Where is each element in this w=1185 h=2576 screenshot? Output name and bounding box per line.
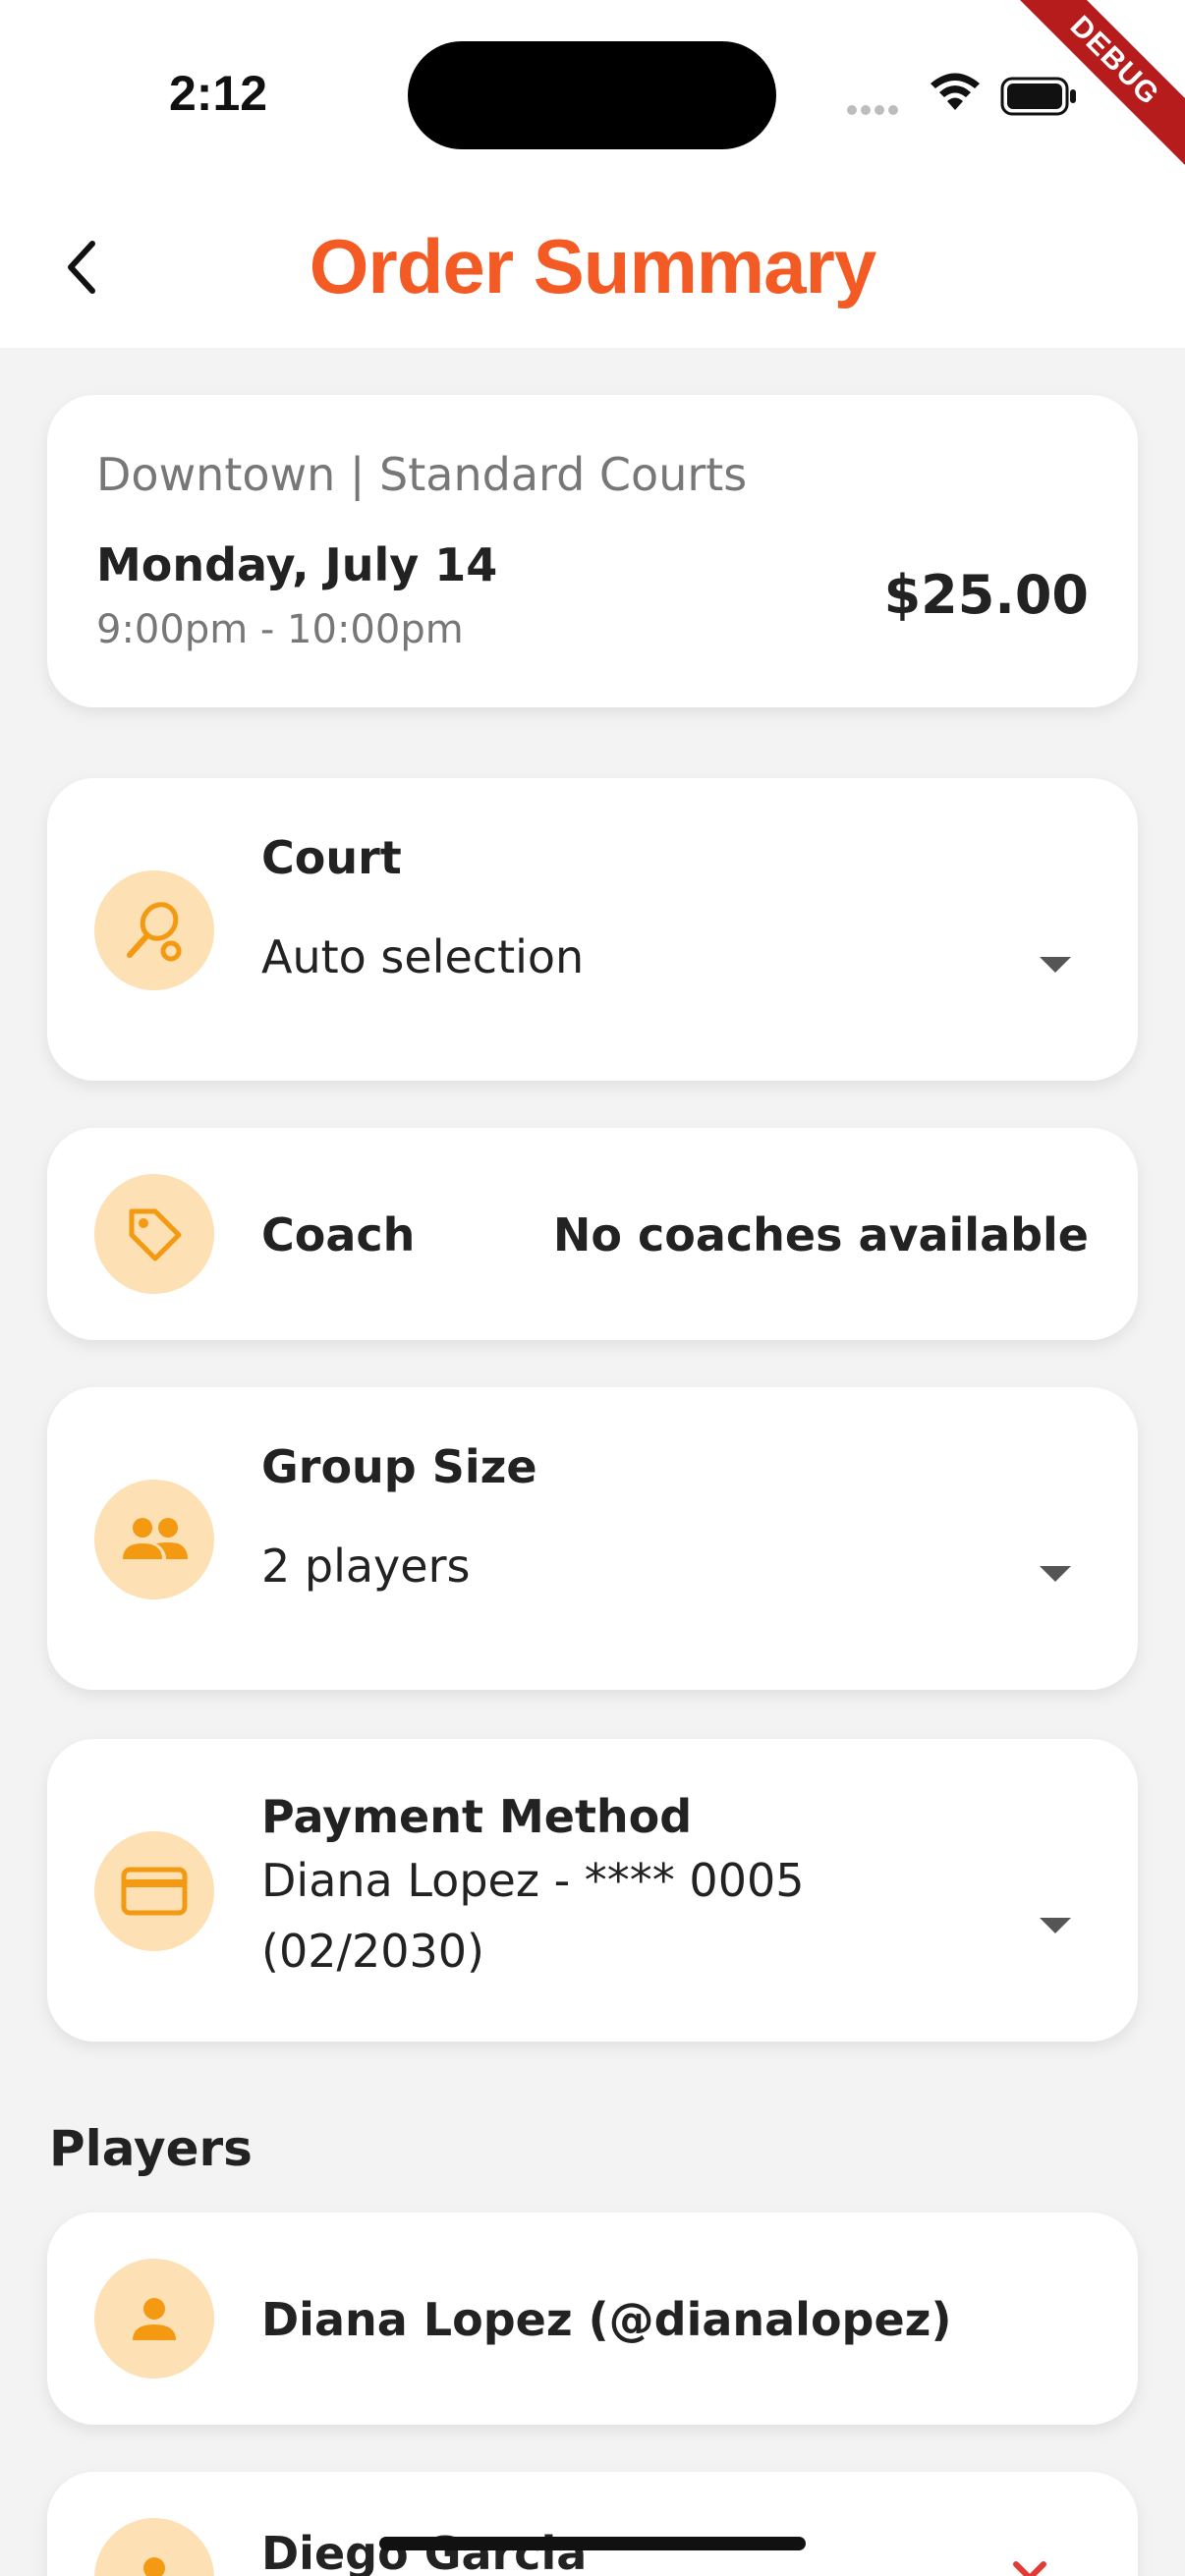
payment-method-selector[interactable]: Payment Method Diana Lopez - **** 0005 (… [47, 1739, 1138, 2042]
group-icon [123, 1518, 188, 1559]
player-avatar [94, 2259, 214, 2379]
player-avatar [94, 2518, 214, 2576]
app-bar: Order Summary [0, 187, 1185, 348]
dynamic-island [408, 41, 776, 149]
person-icon [133, 2298, 176, 2340]
player-name: Diana Lopez (@dianalopez) [261, 2293, 952, 2346]
venue-location: Downtown | Standard Courts [96, 448, 748, 501]
tag-icon [129, 1208, 182, 1261]
court-label: Court [261, 831, 402, 884]
coach-label: Coach [261, 1208, 416, 1261]
payment-icon-circle [94, 1831, 214, 1951]
coach-value: No coaches available [552, 1208, 1089, 1261]
coach-row: Coach No coaches available [47, 1128, 1138, 1340]
coach-icon-circle [94, 1174, 214, 1294]
players-heading: Players [49, 2120, 253, 2177]
credit-card-icon [121, 1867, 188, 1916]
player-card: Diana Lopez (@dianalopez) [47, 2212, 1138, 2425]
court-icon-circle [94, 870, 214, 990]
status-time: 2:12 [169, 66, 268, 121]
status-bar: 2:12 [0, 0, 1185, 187]
payment-label: Payment Method [261, 1790, 693, 1843]
player-name: Diego Garcia [261, 2527, 588, 2576]
close-icon[interactable] [1010, 2558, 1049, 2576]
tennis-racket-icon [127, 902, 182, 962]
court-value: Auto selection [261, 930, 585, 983]
chevron-down-icon[interactable] [1040, 1566, 1071, 1582]
group-icon-circle [94, 1480, 214, 1599]
person-icon [143, 2557, 165, 2576]
player-card: Diego Garcia [47, 2472, 1138, 2576]
payment-value: Diana Lopez - **** 0005 (02/2030) [261, 1854, 805, 1978]
booking-date: Monday, July 14 [96, 538, 498, 591]
group-size-label: Group Size [261, 1440, 537, 1493]
booking-time-range: 9:00pm - 10:00pm [96, 607, 464, 652]
battery-icon [1000, 77, 1076, 116]
group-size-selector[interactable]: Group Size 2 players [47, 1387, 1138, 1690]
court-selector[interactable]: Court Auto selection [47, 778, 1138, 1081]
booking-price: $25.00 [883, 564, 1089, 626]
venue-summary-card: Downtown | Standard Courts Monday, July … [47, 395, 1138, 707]
group-size-value: 2 players [261, 1540, 471, 1593]
wifi-icon [931, 73, 980, 110]
signal-icon [847, 100, 902, 119]
chevron-down-icon[interactable] [1040, 1918, 1071, 1933]
home-indicator [379, 2537, 806, 2550]
chevron-down-icon[interactable] [1040, 957, 1071, 973]
page-title: Order Summary [309, 223, 877, 309]
